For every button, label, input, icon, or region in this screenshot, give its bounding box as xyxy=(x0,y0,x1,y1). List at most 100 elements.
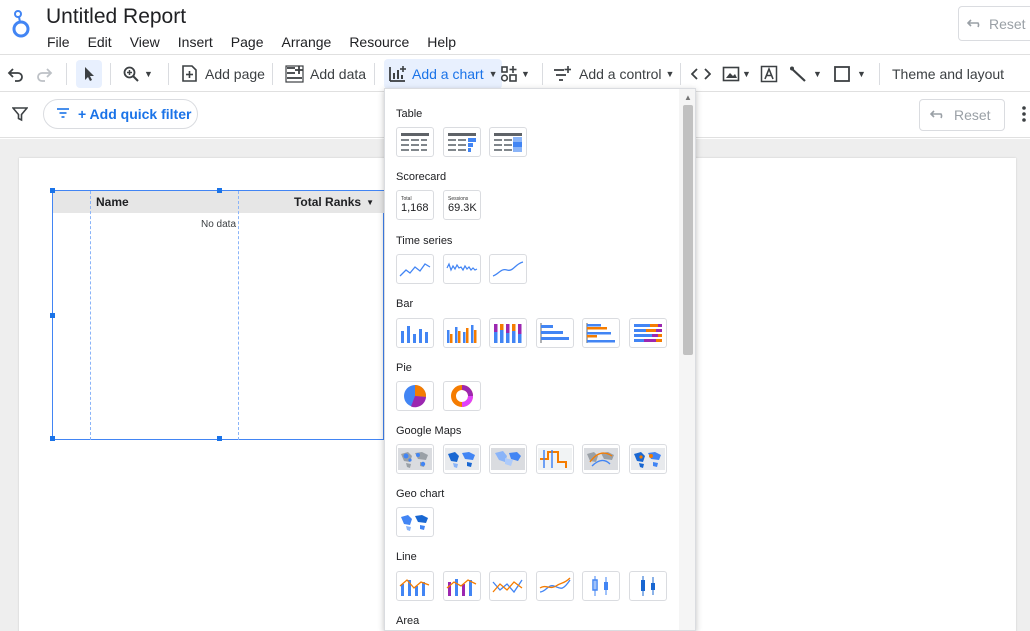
toolbar-divider xyxy=(168,63,169,85)
stacked-bar-chart-icon xyxy=(634,324,662,342)
image-button[interactable]: ▼ xyxy=(722,55,751,92)
bar-chart-icon xyxy=(540,323,569,343)
add-chart-button[interactable]: Add a chart ▼ xyxy=(384,59,502,89)
table-heatmap-chart-option[interactable] xyxy=(489,127,527,157)
looker-studio-logo-icon[interactable] xyxy=(10,8,32,40)
community-visualization-button[interactable]: ▼ xyxy=(500,55,530,92)
toolbar-divider xyxy=(374,63,375,85)
combo-chart-option[interactable] xyxy=(396,571,434,601)
theme-layout-button[interactable]: Theme and layout xyxy=(892,55,1004,92)
add-control-label: Add a control xyxy=(579,65,662,82)
line-button[interactable]: ▼ xyxy=(789,55,822,92)
menu-insert[interactable]: Insert xyxy=(178,34,213,50)
column-chart-option[interactable] xyxy=(396,318,434,348)
add-data-label: Add data xyxy=(310,65,367,82)
scorecard-compact-option[interactable]: Sessions 69.3K xyxy=(443,190,481,220)
table-bars-chart-option[interactable] xyxy=(443,127,481,157)
line-chart-icon xyxy=(492,579,523,594)
grouped-column-chart-option[interactable] xyxy=(443,318,481,348)
more-vert-icon[interactable] xyxy=(1022,106,1026,127)
resize-handle[interactable] xyxy=(50,436,55,441)
stacked-combo-chart-option[interactable] xyxy=(443,571,481,601)
scroll-up-icon[interactable]: ▲ xyxy=(684,93,692,102)
heatmap-map-icon xyxy=(491,448,525,470)
line-map-option[interactable] xyxy=(536,444,574,474)
redo-icon[interactable] xyxy=(35,55,53,92)
line-icon xyxy=(789,65,807,83)
resize-handle[interactable] xyxy=(50,313,55,318)
grouped-column-chart-icon xyxy=(447,325,477,343)
section-line-label: Line xyxy=(396,551,417,563)
add-page-button[interactable]: Add page xyxy=(181,55,265,92)
column-header-total-ranks[interactable]: Total Ranks ▼ xyxy=(238,191,384,213)
column-divider xyxy=(238,191,239,440)
menu-view[interactable]: View xyxy=(130,34,160,50)
bubble-map-icon xyxy=(398,448,432,470)
add-quick-filter-button[interactable]: + Add quick filter xyxy=(43,99,198,129)
connection-map-option[interactable] xyxy=(582,444,620,474)
menu-resource[interactable]: Resource xyxy=(349,34,409,50)
zoom-button[interactable]: ▼ xyxy=(122,55,153,92)
menu-bar: File Edit View Insert Page Arrange Resou… xyxy=(47,34,474,50)
filter-icon[interactable] xyxy=(11,106,29,127)
candlestick-chart-option[interactable] xyxy=(582,571,620,601)
scrollbar-thumb[interactable] xyxy=(683,105,693,355)
smoothed-line-chart-option[interactable] xyxy=(536,571,574,601)
toolbar: ▼ Add page Add data Add a chart ▼ ▼ Add … xyxy=(0,54,1030,92)
line-chart-option[interactable] xyxy=(489,571,527,601)
menu-page[interactable]: Page xyxy=(231,34,264,50)
geo-chart-option[interactable] xyxy=(396,507,434,537)
table-chart[interactable]: Name Total Ranks ▼ No data xyxy=(50,188,384,441)
bubble-map-option[interactable] xyxy=(396,444,434,474)
chevron-down-icon: ▼ xyxy=(488,69,498,79)
reset-button[interactable]: Reset xyxy=(958,6,1030,41)
smoothed-time-series-icon xyxy=(492,261,524,277)
select-cursor-icon[interactable] xyxy=(76,60,102,88)
report-title[interactable]: Untitled Report xyxy=(46,5,186,29)
no-data-text: No data xyxy=(201,219,237,230)
menu-edit[interactable]: Edit xyxy=(88,34,112,50)
undo-arrow-icon xyxy=(966,16,983,32)
theme-layout-label: Theme and layout xyxy=(892,65,1005,82)
sparkline-option[interactable] xyxy=(443,254,481,284)
bar-chart-option[interactable] xyxy=(536,318,574,348)
add-chart-menu: ▲ Table Scorecard Total 1,168 Sessions 6… xyxy=(384,88,696,631)
stacked-bar-chart-option[interactable] xyxy=(629,318,667,348)
column-header-name[interactable]: Name xyxy=(90,191,238,213)
toolbar-divider xyxy=(66,63,67,85)
stacked-column-chart-option[interactable] xyxy=(489,318,527,348)
add-chart-icon xyxy=(388,65,407,83)
toolbar-divider xyxy=(680,63,681,85)
menu-file[interactable]: File xyxy=(47,34,70,50)
scorecard-value: 69.3K xyxy=(448,201,477,214)
add-chart-label: Add a chart xyxy=(412,66,484,82)
marker-map-option[interactable] xyxy=(629,444,667,474)
undo-icon[interactable] xyxy=(7,55,25,92)
community-visualization-icon xyxy=(500,65,520,83)
resize-handle[interactable] xyxy=(217,436,222,441)
menu-help[interactable]: Help xyxy=(427,34,456,50)
reset-filters-button[interactable]: Reset xyxy=(919,99,1005,131)
filled-map-option[interactable] xyxy=(443,444,481,474)
smoothed-time-series-option[interactable] xyxy=(489,254,527,284)
embed-code-icon[interactable] xyxy=(691,55,711,92)
resize-handle[interactable] xyxy=(50,188,55,193)
grouped-bar-chart-option[interactable] xyxy=(582,318,620,348)
image-icon xyxy=(722,65,740,83)
heatmap-map-option[interactable] xyxy=(489,444,527,474)
resize-handle[interactable] xyxy=(217,188,222,193)
menu-arrange[interactable]: Arrange xyxy=(282,34,332,50)
pie-chart-option[interactable] xyxy=(396,381,434,411)
time-series-option[interactable] xyxy=(396,254,434,284)
donut-chart-option[interactable] xyxy=(443,381,481,411)
scrollbar[interactable]: ▲ xyxy=(679,89,695,630)
ohlc-chart-option[interactable] xyxy=(629,571,667,601)
shape-button[interactable]: ▼ xyxy=(833,55,866,92)
table-chart-option[interactable] xyxy=(396,127,434,157)
column-header-total-ranks-label: Total Ranks xyxy=(293,195,362,209)
scorecard-option[interactable]: Total 1,168 xyxy=(396,190,434,220)
text-box-icon[interactable] xyxy=(760,55,778,92)
add-data-button[interactable]: Add data xyxy=(285,55,366,92)
add-page-label: Add page xyxy=(205,65,265,82)
add-control-button[interactable]: Add a control ▼ xyxy=(553,55,674,92)
